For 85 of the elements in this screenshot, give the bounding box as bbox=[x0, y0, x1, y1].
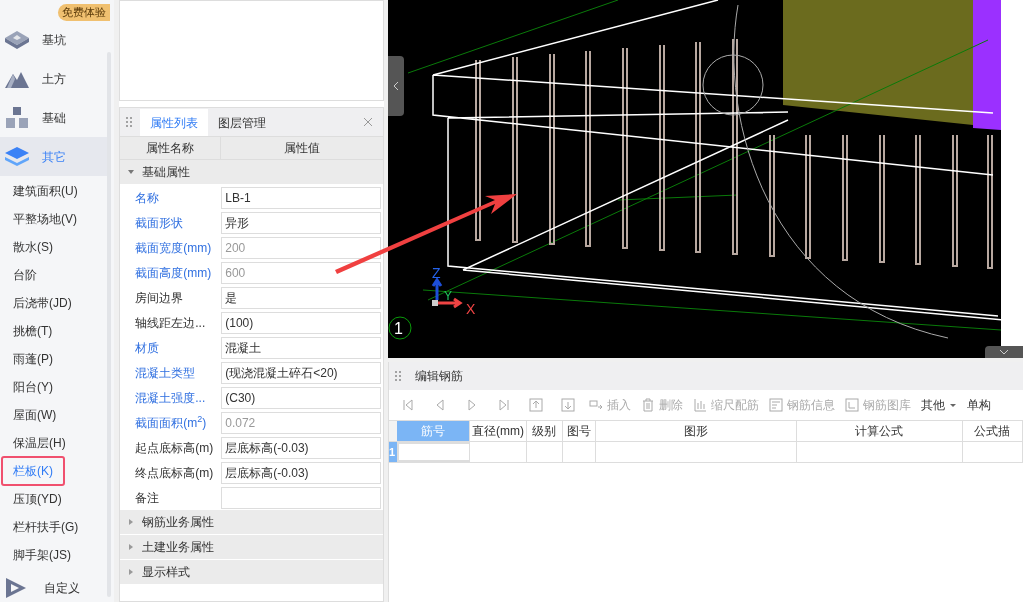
sidebar-item[interactable]: 建筑面积(U) bbox=[3, 178, 88, 204]
property-name: 备注 bbox=[134, 489, 161, 507]
sidebar-item[interactable]: 平整场地(V) bbox=[3, 206, 87, 232]
close-icon[interactable] bbox=[363, 117, 374, 127]
table-cell[interactable] bbox=[397, 442, 470, 462]
layers-icon bbox=[4, 145, 30, 168]
property-value-field[interactable]: (C30) bbox=[221, 386, 382, 409]
property-value-field[interactable]: 混凝土 bbox=[221, 336, 382, 359]
sidebar-item[interactable]: 保温层(H) bbox=[3, 430, 76, 456]
property-name: 材质 bbox=[134, 339, 161, 357]
property-value-field[interactable]: (现浇混凝土碎石<20) bbox=[221, 361, 382, 384]
property-value-field[interactable]: 层底标高(-0.03) bbox=[221, 461, 382, 484]
image-icon bbox=[845, 398, 859, 412]
sidebar-item[interactable]: 挑檐(T) bbox=[3, 318, 63, 344]
sidebar-item[interactable]: 压顶(YD) bbox=[3, 486, 72, 512]
sidebar-item[interactable]: 雨蓬(P) bbox=[3, 346, 63, 372]
property-value-field[interactable]: 异形 bbox=[221, 211, 382, 234]
trial-badge: 免费体验 bbox=[58, 4, 110, 21]
sidebar-item[interactable]: 屋面(W) bbox=[3, 402, 67, 428]
tab[interactable]: 属性列表 bbox=[140, 109, 209, 136]
group-header[interactable]: 基础属性 bbox=[120, 160, 384, 184]
insert-icon bbox=[589, 398, 603, 412]
group-header[interactable]: 显示样式 bbox=[120, 560, 384, 584]
category-item[interactable]: 土方 bbox=[0, 59, 109, 98]
list-icon bbox=[769, 398, 783, 412]
move-down-icon bbox=[561, 398, 575, 412]
toolbar-button[interactable]: 单构 bbox=[965, 394, 993, 416]
column-header: 属性名称 bbox=[120, 137, 222, 159]
row-number: 1 bbox=[389, 442, 397, 462]
sidebar-item[interactable]: 栏板(K) bbox=[1, 456, 65, 486]
group-header[interactable]: 土建业务属性 bbox=[120, 535, 384, 559]
caret-icon bbox=[128, 169, 135, 175]
expand-tab[interactable] bbox=[985, 346, 1023, 358]
property-name: 名称 bbox=[134, 189, 161, 207]
property-name: 截面宽度(mm) bbox=[134, 239, 213, 257]
sidebar-item[interactable]: 脚手架(JS) bbox=[3, 542, 81, 568]
property-value-field[interactable]: LB-1 bbox=[221, 186, 382, 209]
property-name: 混凝土强度... bbox=[134, 389, 207, 407]
grid-axis-marker: 1 bbox=[388, 316, 412, 340]
last-icon bbox=[497, 398, 511, 412]
category-item[interactable]: 自定义 bbox=[0, 574, 109, 602]
caret-icon bbox=[949, 401, 957, 409]
chevron-down-icon bbox=[999, 349, 1009, 355]
property-value-field[interactable]: 是 bbox=[221, 286, 382, 309]
sidebar-item[interactable]: 后浇带(JD) bbox=[3, 290, 82, 316]
chevron-left-icon bbox=[393, 81, 399, 91]
property-name: 终点底标高(m) bbox=[134, 464, 215, 482]
sidebar-item[interactable]: 台阶 bbox=[3, 262, 47, 288]
property-value-field[interactable] bbox=[221, 486, 382, 509]
axis-label: X bbox=[466, 301, 476, 317]
property-name: 房间边界 bbox=[134, 289, 185, 307]
drag-handle-icon bbox=[395, 370, 401, 382]
play-icon bbox=[4, 577, 28, 599]
axis-label: Z bbox=[432, 265, 441, 281]
sidebar-item[interactable]: 阳台(Y) bbox=[3, 374, 63, 400]
panel-title: 编辑钢筋 bbox=[415, 368, 463, 385]
first-icon bbox=[401, 398, 415, 412]
bars-icon bbox=[693, 398, 707, 412]
caret-icon bbox=[128, 569, 135, 575]
sidebar-item[interactable]: 栏杆扶手(G) bbox=[3, 514, 89, 540]
trash-icon bbox=[641, 398, 655, 412]
axis-arrows-drawing bbox=[431, 277, 463, 309]
property-name: 截面面积(m$^{2}$) bbox=[134, 413, 208, 432]
category-item[interactable]: 基坑 bbox=[0, 20, 109, 59]
column-header[interactable]: 直径(mm) bbox=[470, 421, 527, 441]
tab[interactable]: 图层管理 bbox=[208, 109, 277, 136]
property-value-field[interactable]: 层底标高(-0.03) bbox=[221, 436, 382, 459]
move-up-icon bbox=[529, 398, 543, 412]
property-name: 混凝土类型 bbox=[134, 364, 197, 382]
column-header: 属性值 bbox=[283, 140, 322, 157]
property-name: 截面形状 bbox=[134, 214, 185, 232]
toolbar-button[interactable]: 其他 bbox=[919, 394, 959, 416]
drag-handle-icon bbox=[126, 116, 133, 128]
caret-icon bbox=[128, 544, 135, 550]
sidebar-item[interactable]: 散水(S) bbox=[3, 234, 63, 260]
group-header[interactable]: 钢筋业务属性 bbox=[120, 510, 384, 534]
category-item[interactable]: 基础 bbox=[0, 98, 109, 137]
property-name: 起点底标高(m) bbox=[134, 439, 215, 457]
axis-label: Y bbox=[444, 289, 452, 303]
cubes-icon bbox=[4, 105, 30, 130]
property-name: 截面高度(mm) bbox=[134, 264, 213, 282]
caret-icon bbox=[128, 519, 135, 525]
property-value-field[interactable]: (100) bbox=[221, 311, 382, 334]
property-name: 轴线距左边... bbox=[134, 314, 207, 332]
pit-icon bbox=[4, 29, 30, 50]
